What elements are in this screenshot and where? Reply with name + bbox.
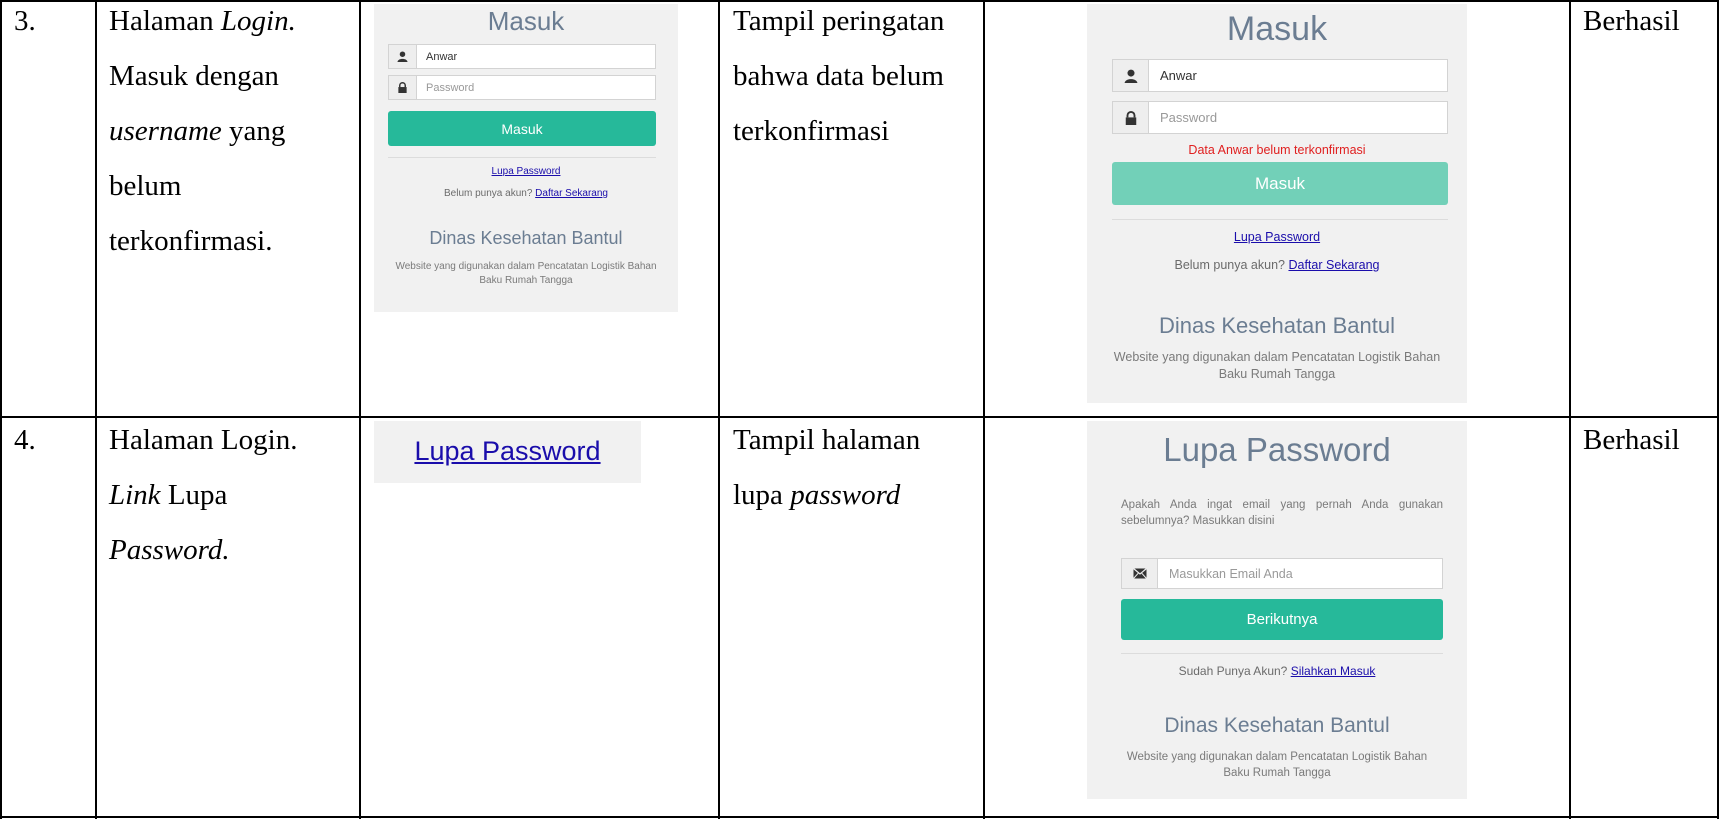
expected-output: Tampil peringatan bahwa data belum terko… xyxy=(733,0,978,159)
table-column-divider xyxy=(718,0,720,819)
row-number: 4. xyxy=(14,424,36,456)
scenario-text: Login. xyxy=(220,5,296,37)
test-table: 3. Halaman Login. Masuk dengan username … xyxy=(0,0,1719,819)
envelope-icon xyxy=(1122,559,1158,588)
table-border-bottom xyxy=(0,816,1719,818)
register-prompt: Belum punya akun? Daftar Sekarang xyxy=(1174,258,1380,272)
scenario-text: Link xyxy=(109,479,161,511)
prompt-text: Apakah Anda ingat email yang pernah Anda… xyxy=(1121,499,1443,527)
scenario-text: Masuk dengan xyxy=(109,60,279,92)
page-title: Lupa Password xyxy=(1163,431,1391,468)
page-title: Masuk xyxy=(1226,10,1328,48)
username-value: Anwar xyxy=(1160,68,1197,83)
table-column-divider xyxy=(1569,0,1571,819)
site-description: Website yang digunakan dalam Pencatatan … xyxy=(395,261,657,286)
test-result: Berhasil xyxy=(1583,424,1680,456)
login-screenshot-output: Masuk Anwar Password Data Anwar belum te… xyxy=(1087,4,1467,403)
organization-name: Dinas Kesehatan Bantul xyxy=(429,228,623,248)
login-button[interactable]: Masuk xyxy=(388,111,656,146)
expected-output: Tampil halaman lupa password xyxy=(733,413,978,523)
next-button[interactable]: Berikutnya xyxy=(1121,599,1443,640)
forgot-password-link[interactable]: Lupa Password xyxy=(374,166,678,177)
username-value: Anwar xyxy=(426,50,458,63)
table-border-left xyxy=(0,0,2,819)
email-placeholder: Masukkan Email Anda xyxy=(1169,566,1293,581)
email-field[interactable]: Masukkan Email Anda xyxy=(1121,558,1443,589)
site-description: Website yang digunakan dalam Pencatatan … xyxy=(1113,350,1441,381)
password-placeholder: Password xyxy=(426,81,475,94)
page-title: Masuk xyxy=(487,6,565,36)
scenario-text: Halaman xyxy=(109,5,221,37)
expected-text: Tampil halaman xyxy=(733,424,921,456)
login-link[interactable]: Silahkan Masuk xyxy=(1291,664,1376,678)
user-icon xyxy=(1113,60,1149,91)
divider xyxy=(1121,653,1443,654)
lock-icon xyxy=(1113,102,1149,133)
scenario-text: Password. xyxy=(109,534,230,566)
expected-text: password xyxy=(790,479,901,511)
register-prompt: Belum punya akun? Daftar Sekarang xyxy=(443,188,608,199)
expected-text: lupa xyxy=(733,479,791,511)
scenario-text: terkonfirmasi. xyxy=(109,225,273,257)
password-field[interactable]: Password xyxy=(1112,101,1448,134)
test-scenario: Halaman Login. Link Lupa Password. xyxy=(109,413,354,578)
organization-name: Dinas Kesehatan Bantul xyxy=(1158,313,1396,338)
scenario-text: belum xyxy=(109,170,182,202)
login-button[interactable]: Masuk xyxy=(1112,162,1448,205)
lock-icon xyxy=(389,76,417,99)
error-message: Data Anwar belum terkonfirmasi xyxy=(1188,143,1366,157)
user-icon xyxy=(389,45,417,68)
table-column-divider xyxy=(95,0,97,819)
password-placeholder: Password xyxy=(1160,110,1218,125)
forgot-password-screenshot: Lupa Password Apakah Anda ingat email ya… xyxy=(1087,421,1467,799)
scenario-text: yang xyxy=(221,115,286,147)
password-field[interactable]: Password xyxy=(388,75,656,100)
register-link[interactable]: Daftar Sekarang xyxy=(1288,258,1379,272)
register-link[interactable]: Daftar Sekarang xyxy=(535,188,608,199)
forgot-password-link[interactable]: Lupa Password xyxy=(1087,230,1467,244)
login-prompt: Sudah Punya Akun? Silahkan Masuk xyxy=(1178,664,1376,678)
login-screenshot-input: Masuk Anwar Password Masuk Lupa Password… xyxy=(374,4,678,312)
username-field[interactable]: Anwar xyxy=(388,44,656,69)
test-result: Berhasil xyxy=(1583,5,1680,37)
username-field[interactable]: Anwar xyxy=(1112,59,1448,92)
expected-text: Tampil peringatan xyxy=(733,5,945,37)
scenario-text: Halaman Login. xyxy=(109,424,298,456)
table-column-divider xyxy=(983,0,985,819)
forgot-password-link[interactable]: Lupa Password xyxy=(374,436,641,467)
table-column-divider xyxy=(359,0,361,819)
test-scenario: Halaman Login. Masuk dengan username yan… xyxy=(109,0,354,269)
scenario-text: Lupa xyxy=(160,479,228,511)
scenario-text: username xyxy=(109,115,222,147)
divider xyxy=(1112,219,1448,220)
expected-text: terkonfirmasi xyxy=(733,115,890,147)
expected-text: bahwa data belum xyxy=(733,60,944,92)
site-description: Website yang digunakan dalam Pencatatan … xyxy=(1126,751,1428,779)
organization-name: Dinas Kesehatan Bantul xyxy=(1164,714,1390,737)
row-number: 3. xyxy=(14,5,36,37)
forgot-link-screenshot: Lupa Password xyxy=(374,421,641,483)
divider xyxy=(388,157,656,158)
